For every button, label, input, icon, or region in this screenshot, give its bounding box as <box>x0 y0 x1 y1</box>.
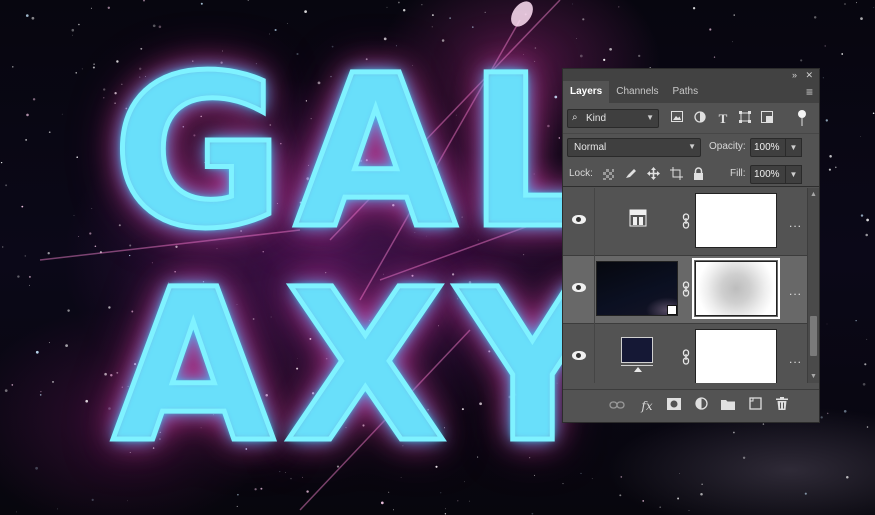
more-options-icon[interactable]: ... <box>789 352 802 366</box>
eye-visibility-icon[interactable] <box>572 351 586 360</box>
layer-filter-row: ⌕ Kind ▼ T <box>563 106 819 132</box>
adjustment-layer-icon[interactable] <box>693 397 709 415</box>
solid-color-swatch[interactable] <box>621 337 653 363</box>
eye-visibility-icon[interactable] <box>572 215 586 224</box>
tab-layers[interactable]: Layers <box>563 81 610 103</box>
layer-thumbnail-space[interactable] <box>596 261 678 316</box>
blend-mode-select[interactable]: Normal ▼ <box>567 138 701 157</box>
more-options-icon[interactable]: ... <box>789 216 802 230</box>
layer-list: ... ... ... ▲ ▼ <box>563 188 819 383</box>
lock-position-icon[interactable] <box>646 167 660 181</box>
color-slider-marker-icon <box>634 367 642 372</box>
tab-paths[interactable]: Paths <box>666 81 706 103</box>
trash-icon[interactable] <box>774 397 790 415</box>
smart-object-badge-icon <box>667 305 677 315</box>
lock-image-pixels-icon[interactable] <box>624 167 638 181</box>
row-divider <box>594 324 595 383</box>
layer-mask-thumbnail[interactable] <box>695 193 777 248</box>
layer-row-solid-color[interactable]: ... <box>563 324 807 383</box>
levels-adjustment-icon <box>629 209 647 227</box>
row-divider <box>594 256 595 324</box>
group-folder-icon[interactable] <box>720 397 736 415</box>
panel-title-strip[interactable]: » ✕ <box>563 69 819 81</box>
chevron-down-icon: ▼ <box>688 142 696 151</box>
layer-mask-thumbnail[interactable] <box>695 329 777 383</box>
filter-kind-value: Kind <box>586 113 607 124</box>
scroll-thumb[interactable] <box>810 316 817 356</box>
scroll-down-icon[interactable]: ▼ <box>810 373 817 380</box>
mask-link-icon[interactable] <box>682 349 690 365</box>
search-icon: ⌕ <box>572 112 578 123</box>
filter-toggle-switch[interactable] <box>797 110 807 126</box>
chevron-down-icon: ▼ <box>646 113 654 122</box>
layer-list-scrollbar[interactable]: ▲ ▼ <box>807 188 819 383</box>
layers-panel: » ✕ Layers Channels Paths ≡ ⌕ Kind ▼ T N… <box>562 68 820 423</box>
lock-transparent-pixels-icon[interactable] <box>603 169 614 180</box>
shape-filter-icon[interactable] <box>737 111 753 127</box>
layers-panel-footer: fx <box>563 389 819 423</box>
tab-channels[interactable]: Channels <box>609 81 665 103</box>
lock-label: Lock: <box>569 168 593 179</box>
lock-row: Lock: Fill: 100% ▼ <box>563 161 819 187</box>
layer-row-levels[interactable]: ... <box>563 188 807 256</box>
panel-menu-icon[interactable]: ≡ <box>806 85 813 99</box>
galaxy-text-line-2: AXY <box>110 244 619 489</box>
fill-input[interactable]: 100% <box>750 165 786 184</box>
fill-dropdown-button[interactable]: ▼ <box>786 165 802 184</box>
galaxy-text-line-1: GAL <box>110 30 611 275</box>
fx-icon[interactable]: fx <box>639 397 655 415</box>
blend-mode-row: Normal ▼ Opacity: 100% ▼ <box>563 133 819 159</box>
mask-link-icon[interactable] <box>682 213 690 229</box>
filter-kind-select[interactable]: ⌕ Kind ▼ <box>567 109 659 128</box>
toggle-track <box>801 118 803 126</box>
close-panel-button[interactable]: ✕ <box>805 69 813 81</box>
mask-link-icon[interactable] <box>682 281 690 297</box>
opacity-dropdown-button[interactable]: ▼ <box>786 138 802 157</box>
toggle-knob <box>798 110 806 118</box>
opacity-label: Opacity: <box>709 141 746 152</box>
panel-tab-bar: Layers Channels Paths ≡ <box>563 81 819 103</box>
lock-artboard-icon[interactable] <box>669 167 683 181</box>
eye-visibility-icon[interactable] <box>572 283 586 292</box>
add-mask-icon[interactable] <box>666 397 682 415</box>
lock-all-icon[interactable] <box>691 167 705 181</box>
fill-label: Fill: <box>730 168 746 179</box>
layer-row-space-image[interactable]: ... <box>563 256 807 324</box>
image-filter-icon[interactable] <box>669 111 685 127</box>
blend-mode-value: Normal <box>574 142 607 153</box>
link-layers-icon[interactable] <box>609 397 625 415</box>
collapse-panel-button[interactable]: » <box>792 69 797 81</box>
layer-mask-thumbnail[interactable] <box>692 258 780 319</box>
type-filter-icon[interactable]: T <box>715 111 731 127</box>
smart-object-filter-icon[interactable] <box>759 111 775 127</box>
new-layer-icon[interactable] <box>747 397 763 415</box>
more-options-icon[interactable]: ... <box>789 284 802 298</box>
adjustment-filter-icon[interactable] <box>692 111 708 127</box>
scroll-up-icon[interactable]: ▲ <box>810 191 817 198</box>
opacity-input[interactable]: 100% <box>750 138 786 157</box>
row-divider <box>594 188 595 256</box>
